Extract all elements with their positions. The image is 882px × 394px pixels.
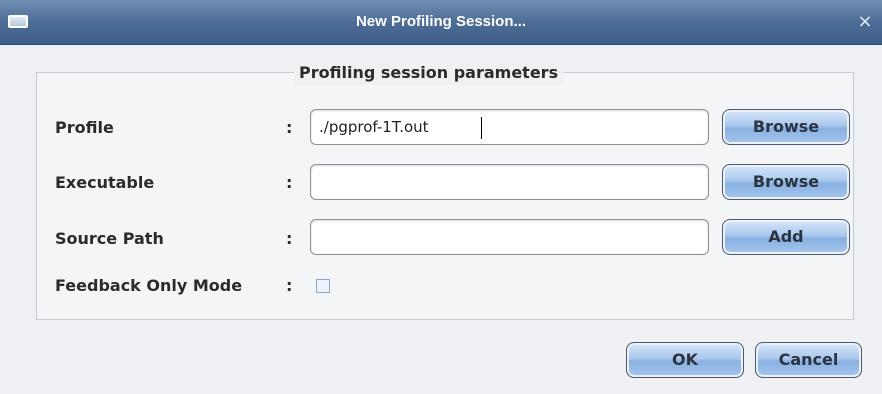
profile-label: Profile: [55, 118, 114, 137]
separator-colon: :: [286, 276, 293, 295]
profile-browse-button[interactable]: Browse: [722, 109, 850, 145]
title-bar[interactable]: New Profiling Session... ×: [0, 0, 882, 45]
close-icon[interactable]: ×: [856, 13, 874, 31]
separator-colon: :: [286, 229, 293, 248]
feedback-only-mode-label: Feedback Only Mode: [55, 276, 243, 295]
add-source-path-button[interactable]: Add: [722, 219, 850, 255]
source-path-label: Source Path: [55, 229, 164, 248]
ok-button[interactable]: OK: [626, 342, 744, 378]
executable-label: Executable: [55, 173, 155, 192]
executable-input[interactable]: [310, 164, 709, 200]
cancel-button[interactable]: Cancel: [755, 342, 862, 378]
text-cursor: [481, 117, 482, 139]
group-title: Profiling session parameters: [294, 61, 564, 85]
separator-colon: :: [286, 118, 293, 137]
window-title: New Profiling Session...: [355, 13, 527, 30]
source-path-input[interactable]: [310, 219, 709, 255]
profile-input[interactable]: [310, 109, 709, 145]
executable-browse-button[interactable]: Browse: [722, 164, 850, 200]
feedback-only-mode-checkbox[interactable]: [316, 279, 330, 293]
separator-colon: :: [286, 173, 293, 192]
